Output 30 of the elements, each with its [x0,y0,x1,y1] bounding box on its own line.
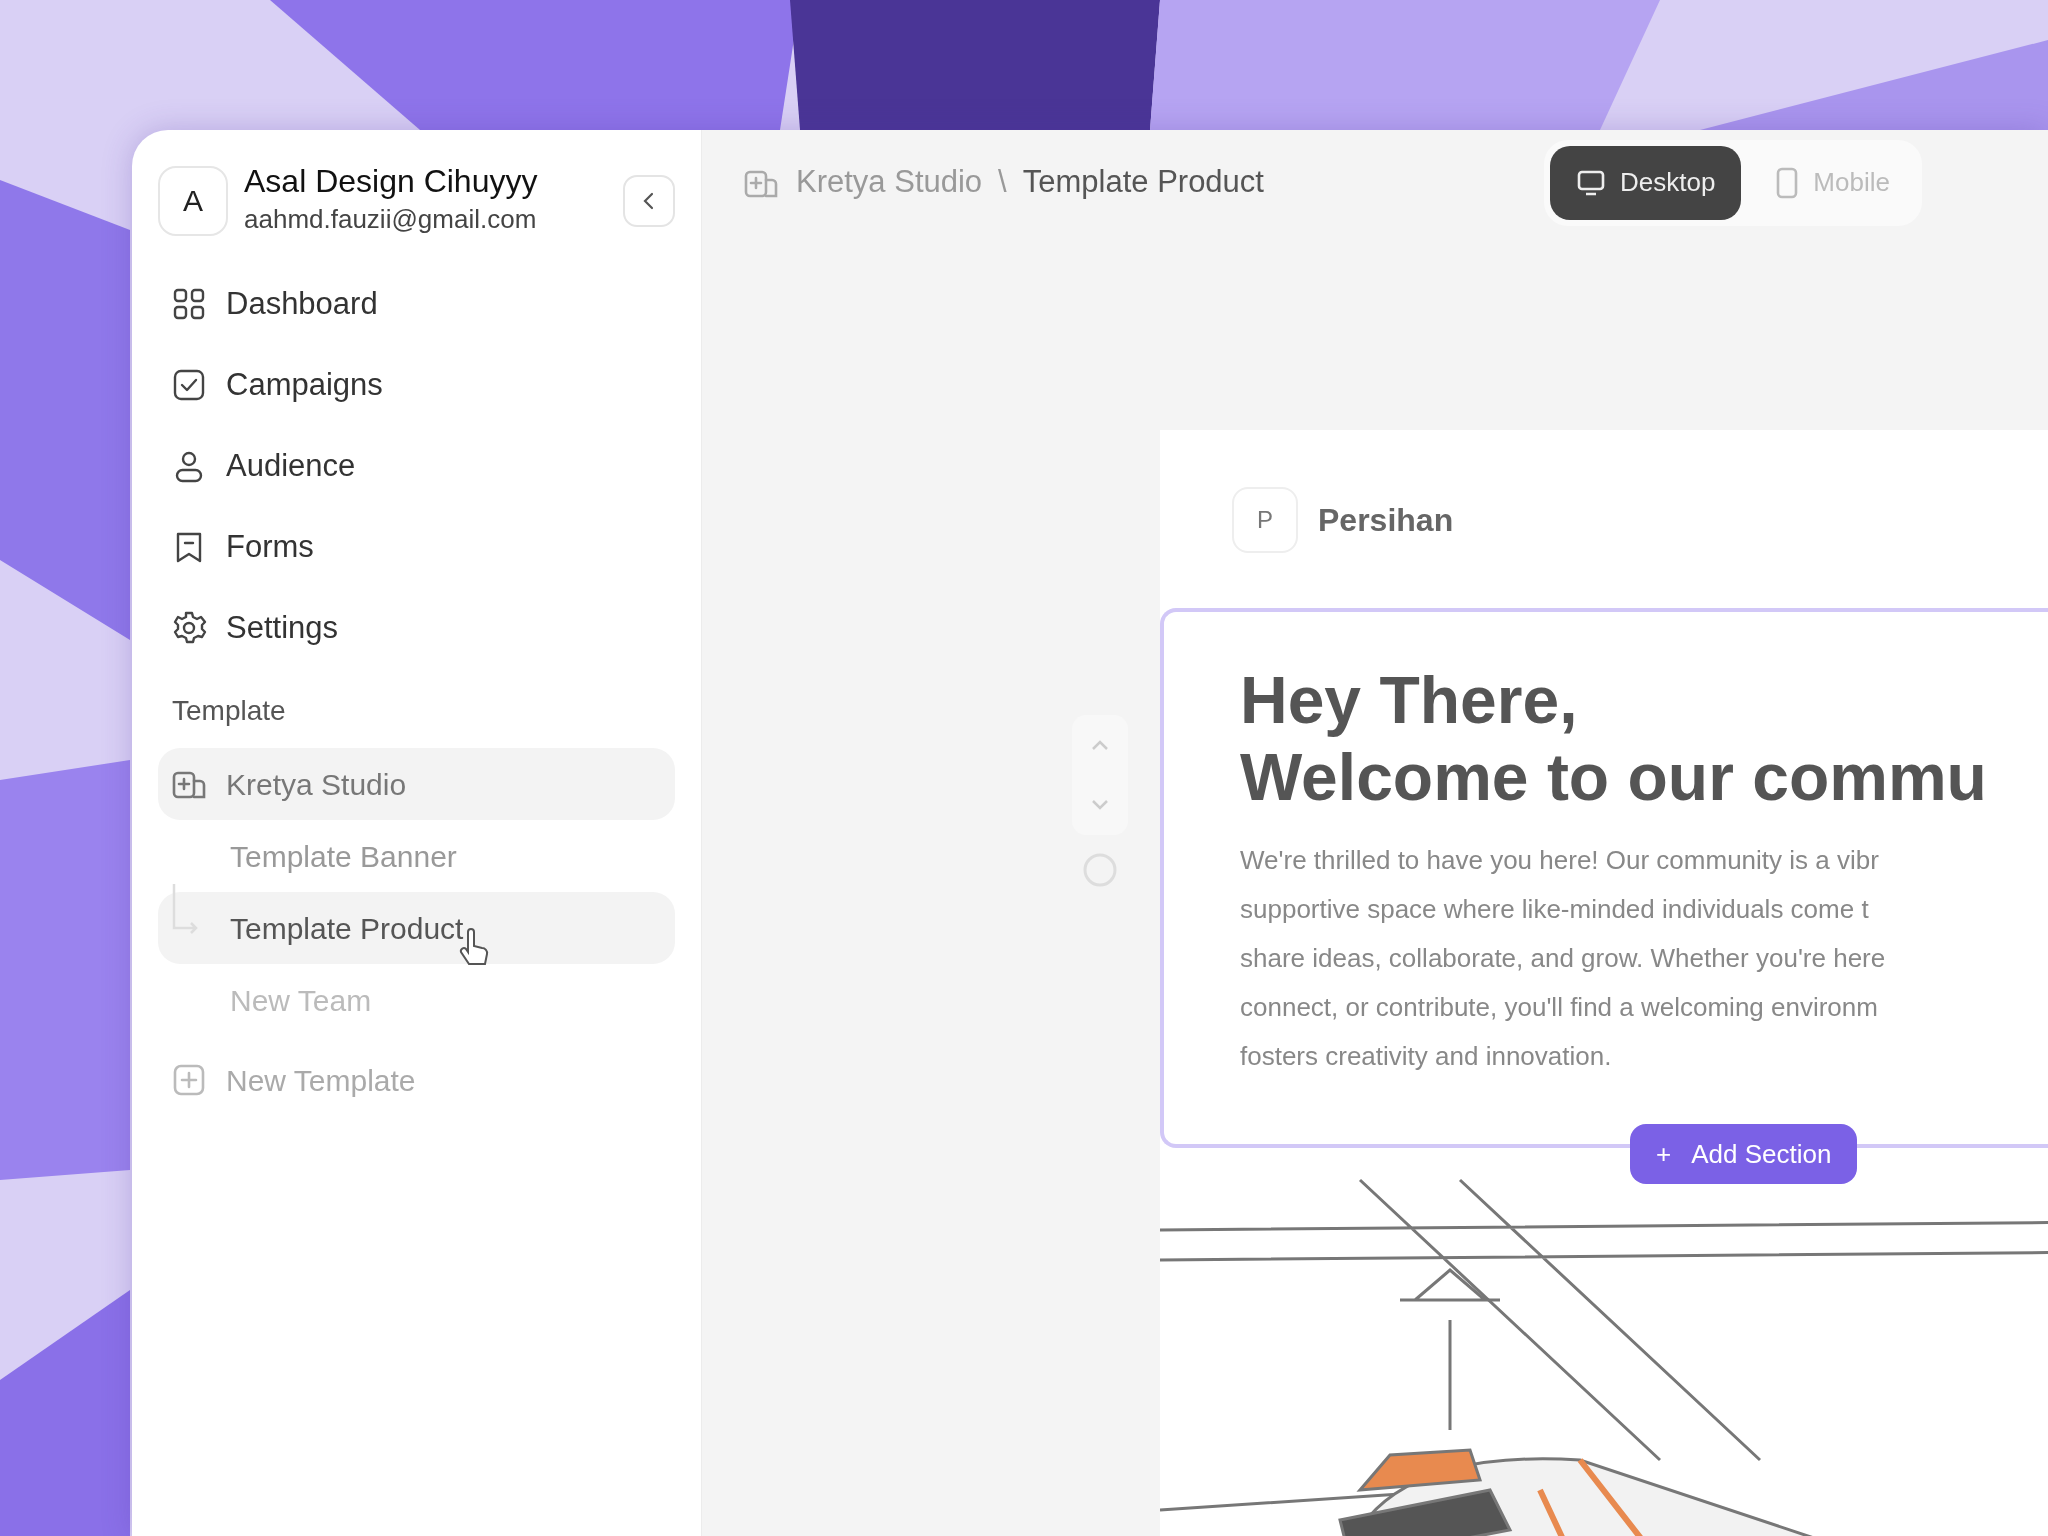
account-email: aahmd.fauzii@gmail.com [244,203,538,237]
nav-label: Dashboard [226,284,378,323]
hero-heading: Welcome to our commu [1240,739,1988,817]
brand-logo: P [1232,487,1298,553]
account-name: Asal Design Cihuyyy [244,162,539,201]
hero-body-text: We're thrilled to have you here! Our community is a vibr supportive space where like-minded individuals come t share ideas, collaborate, and grow. Whether you're here connect, or contribute, you'll find a welcoming environm fosters creativity and innovation. [1240,844,1887,1074]
section-heading: Template [171,694,287,729]
breadcrumb-link[interactable]: Template Product [1022,159,1264,206]
nav-item[interactable]: Forms [158,506,675,588]
new-template-label: New Template [226,1062,416,1099]
nav-item[interactable]: Audience [158,425,675,507]
nav-label: Audience [226,446,356,485]
breadcrumb-separator: \ [998,163,1007,202]
nav-label: Forms [226,527,314,566]
nav-item[interactable]: Settings [158,587,675,669]
nav-item[interactable]: Campaigns [158,344,675,426]
nav-label: Campaigns [226,365,383,404]
phone-icon [1775,166,1800,199]
collapse-button[interactable] [623,174,675,227]
nav-label: Settings [226,608,338,647]
brand-name: Persihan [1318,501,1454,540]
nav-item[interactable]: Dashboard [158,263,675,345]
template-item[interactable]: Template Product [158,892,675,965]
template-group-label: Kretya Studio [226,766,407,803]
add-section-button[interactable]: + Add Section [1630,1124,1858,1184]
template-group-item[interactable]: Kretya Studio [158,748,675,821]
avatar: A [158,165,228,236]
chevron-down-icon[interactable] [1089,798,1111,812]
view-toggle-tab[interactable]: Desktop [1549,145,1742,220]
hero-heading: Hey There, [1240,662,1579,739]
